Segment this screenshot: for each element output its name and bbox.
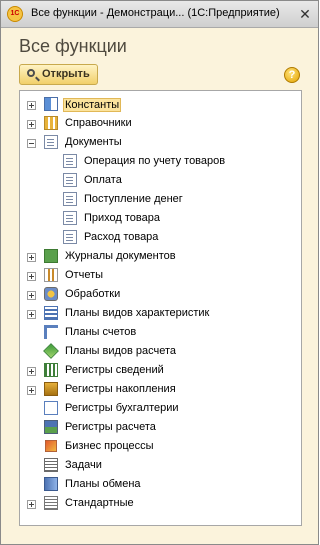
documents-icon xyxy=(44,135,58,149)
tree-item-label: Регистры бухгалтерии xyxy=(65,402,179,414)
tree-item[interactable]: Бизнес процессы xyxy=(20,438,301,456)
tree-item-label: Расход товара xyxy=(84,231,159,243)
open-button-label: Открыть xyxy=(42,68,90,80)
expand-icon[interactable] xyxy=(27,291,36,300)
tree-item-label: Регистры сведений xyxy=(65,364,164,376)
tree-item-label: Планы видов расчета xyxy=(65,345,177,357)
expand-icon[interactable] xyxy=(27,101,36,110)
document-icon xyxy=(63,192,77,206)
expand-icon[interactable] xyxy=(27,272,36,281)
close-button[interactable]: ✕ xyxy=(297,6,313,22)
page-title: Все функции xyxy=(19,36,127,56)
tree-child-item[interactable]: Оплата xyxy=(20,172,301,190)
tree-item[interactable]: Регистры накопления xyxy=(20,381,301,399)
tree-item-label: Поступление денег xyxy=(84,193,183,205)
tree-item[interactable]: Константы xyxy=(20,96,301,114)
tree-item-label: Приход товара xyxy=(84,212,161,224)
tree-child-item[interactable]: Операция по учету товаров xyxy=(20,153,301,171)
tree-item[interactable]: Регистры бухгалтерии xyxy=(20,400,301,418)
accumulation-registers-icon xyxy=(44,382,58,396)
expand-icon[interactable] xyxy=(27,367,36,376)
tree-item-label: Журналы документов xyxy=(65,250,176,262)
tree-item[interactable]: Планы обмена xyxy=(20,476,301,494)
tree-item-label: Планы обмена xyxy=(65,478,141,490)
tree-item[interactable]: Отчеты xyxy=(20,267,301,285)
tree-item[interactable]: Планы счетов xyxy=(20,324,301,342)
tree-item[interactable]: Регистры расчета xyxy=(20,419,301,437)
functions-tree[interactable]: Константы Справочники Документы Операция по… xyxy=(19,90,302,526)
tree-child-item[interactable]: Приход товара xyxy=(20,210,301,228)
document-icon xyxy=(63,173,77,187)
chart-of-accounts-icon xyxy=(44,325,58,339)
reports-icon xyxy=(44,268,58,282)
tree-item-label: Отчеты xyxy=(65,269,104,281)
tree-item[interactable]: Планы видов характеристик xyxy=(20,305,301,323)
tree-item-label: Бизнес процессы xyxy=(65,440,154,452)
all-functions-window: 1C Все функции - Демонстраци... (1С:Пред… xyxy=(0,0,319,545)
tree-child-item[interactable]: Расход товара xyxy=(20,229,301,247)
document-icon xyxy=(63,154,77,168)
tasks-icon xyxy=(44,458,58,472)
business-processes-icon xyxy=(45,440,57,452)
expand-icon[interactable] xyxy=(27,500,36,509)
exchange-plans-icon xyxy=(44,477,58,491)
tree-item-label: Планы видов характеристик xyxy=(65,307,210,319)
expand-icon[interactable] xyxy=(27,310,36,319)
open-button[interactable]: Открыть xyxy=(19,64,98,85)
tree-child-item[interactable]: Поступление денег xyxy=(20,191,301,209)
tree-item-label: Регистры накопления xyxy=(65,383,176,395)
accounting-registers-icon xyxy=(44,401,58,415)
tree-item[interactable]: Справочники xyxy=(20,115,301,133)
tree-item-label: Регистры расчета xyxy=(65,421,156,433)
tree-item[interactable]: Стандартные xyxy=(20,495,301,513)
info-registers-icon xyxy=(44,363,58,377)
collapse-icon[interactable] xyxy=(27,139,36,148)
processing-icon xyxy=(44,287,58,301)
calculation-registers-icon xyxy=(44,420,58,434)
tree-item-label: Справочники xyxy=(65,117,132,129)
help-icon[interactable]: ? xyxy=(284,67,300,83)
tree-item-label: Обработки xyxy=(65,288,121,300)
tree-item-label: Операция по учету товаров xyxy=(84,155,226,167)
tree-item-label: Документы xyxy=(65,136,122,148)
catalogs-icon xyxy=(44,116,58,130)
calculation-types-icon xyxy=(43,343,59,359)
document-icon xyxy=(63,230,77,244)
tree-item-label: Константы xyxy=(63,98,122,112)
standard-icon xyxy=(44,496,58,510)
app-logo-icon: 1C xyxy=(7,6,23,22)
tree-item[interactable]: Журналы документов xyxy=(20,248,301,266)
tree-item[interactable]: Документы xyxy=(20,134,301,152)
journals-icon xyxy=(44,249,58,263)
title-bar[interactable]: 1C Все функции - Демонстраци... (1С:Пред… xyxy=(1,1,318,28)
tree-item-label: Планы счетов xyxy=(65,326,137,338)
tree-item-label: Стандартные xyxy=(65,497,134,509)
tree-item-label: Оплата xyxy=(84,174,122,186)
tree-item[interactable]: Задачи xyxy=(20,457,301,475)
expand-icon[interactable] xyxy=(27,386,36,395)
tree-item[interactable]: Регистры сведений xyxy=(20,362,301,380)
tree-item[interactable]: Обработки xyxy=(20,286,301,304)
magnifier-icon xyxy=(27,69,35,77)
tree-item[interactable]: Планы видов расчета xyxy=(20,343,301,361)
constants-icon xyxy=(44,97,58,111)
characteristics-icon xyxy=(44,306,58,320)
expand-icon[interactable] xyxy=(27,253,36,262)
tree-item-label: Задачи xyxy=(65,459,102,471)
window-title: Все функции - Демонстраци... (1С:Предпри… xyxy=(31,7,280,19)
document-icon xyxy=(63,211,77,225)
expand-icon[interactable] xyxy=(27,120,36,129)
